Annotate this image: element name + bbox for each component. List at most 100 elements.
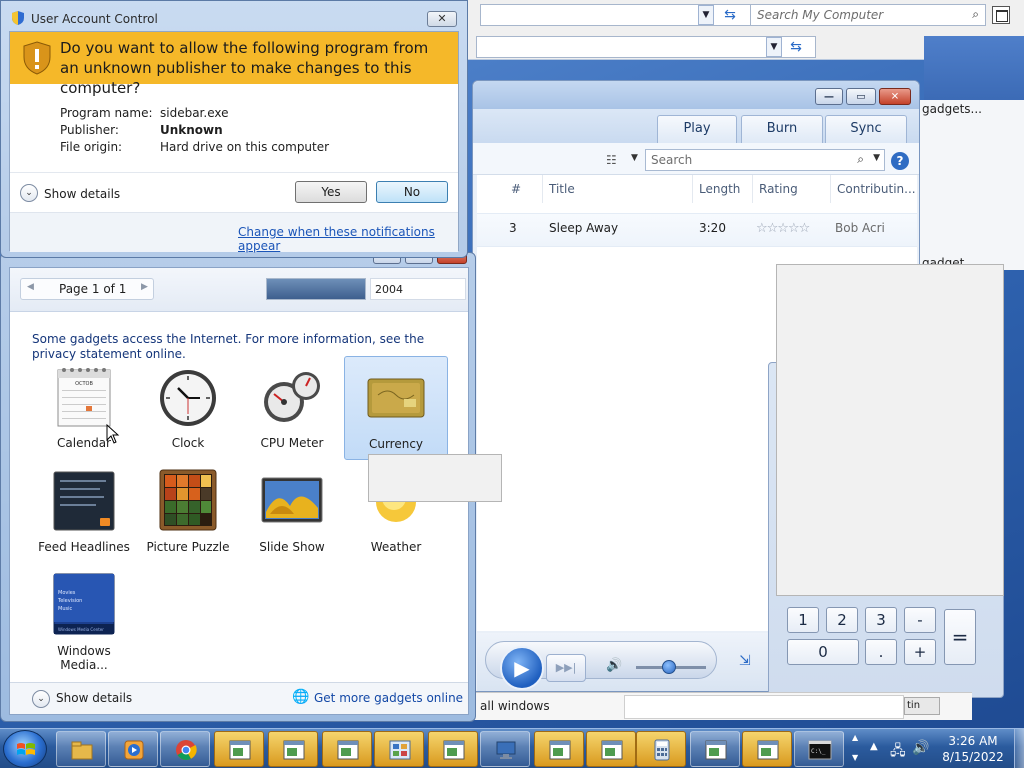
- volume-icon[interactable]: 🔊: [606, 658, 622, 673]
- taskbar-calculator[interactable]: [636, 731, 686, 767]
- refresh-icon-secondary[interactable]: ⇆: [786, 37, 806, 57]
- window-icon: [229, 740, 251, 760]
- file-origin-value: Hard drive on this computer: [160, 140, 330, 154]
- calc-key-minus[interactable]: -: [904, 607, 936, 633]
- gadget-name-currency: Currency: [368, 437, 424, 451]
- taskbar-window-1[interactable]: [214, 731, 264, 767]
- close-icon[interactable]: ✕: [427, 11, 457, 27]
- taskbar-command-prompt[interactable]: C:\_: [794, 731, 844, 767]
- gadget-name-feed-headlines: Feed Headlines: [38, 540, 130, 554]
- taskbar-media-player[interactable]: [108, 731, 158, 767]
- uac-shield-icon: [12, 11, 24, 25]
- next-page-icon[interactable]: ▶: [141, 282, 148, 292]
- address-bar[interactable]: [480, 4, 756, 26]
- switch-to-now-playing-icon[interactable]: ⇲: [739, 653, 751, 669]
- gallery-search-thumbnail: [266, 278, 366, 300]
- get-more-gadgets-link[interactable]: Get more gadgets online: [314, 691, 463, 705]
- taskbar-window-3[interactable]: [322, 731, 372, 767]
- taskbar-scroll[interactable]: ▲ ▼: [850, 731, 862, 767]
- column-header-length[interactable]: Length: [693, 175, 753, 203]
- show-hidden-icons-icon[interactable]: ▲: [870, 741, 878, 752]
- minimize-icon[interactable]: —: [815, 88, 843, 105]
- calc-key-1[interactable]: 1: [787, 607, 819, 633]
- chevron-down-icon[interactable]: ⌄: [20, 184, 38, 202]
- column-header-contributing[interactable]: Contributin...: [831, 175, 917, 203]
- close-icon[interactable]: ✕: [879, 88, 911, 105]
- taskbar-window-2[interactable]: [268, 731, 318, 767]
- volume-slider-knob[interactable]: [662, 660, 676, 674]
- refresh-icon[interactable]: ⇆: [720, 5, 740, 25]
- scroll-down-icon[interactable]: ▼: [852, 753, 858, 762]
- help-icon[interactable]: ?: [891, 152, 909, 170]
- window-icon: [601, 740, 623, 760]
- show-desktop-button[interactable]: [1014, 729, 1024, 768]
- explorer-search-placeholder: Search My Computer: [757, 8, 884, 22]
- no-button[interactable]: No: [376, 181, 448, 203]
- taskbar-window-6[interactable]: [586, 731, 636, 767]
- system-clock[interactable]: 3:26 AM 8/15/2022: [934, 733, 1012, 765]
- change-notifications-link[interactable]: Change when these notifications appear: [238, 225, 458, 253]
- taskbar-window-8[interactable]: [742, 731, 792, 767]
- tab-play[interactable]: Play: [657, 115, 737, 143]
- media-player-titlebar[interactable]: — ▭ ✕: [473, 81, 919, 109]
- gadget-slide-show[interactable]: Slide Show: [240, 460, 344, 564]
- calc-key-2[interactable]: 2: [826, 607, 858, 633]
- taskbar-window-5[interactable]: [534, 731, 584, 767]
- chevron-down-icon[interactable]: ⌄: [32, 690, 50, 708]
- gadget-clock[interactable]: Clock: [136, 356, 240, 460]
- taskbar-explorer[interactable]: [56, 731, 106, 767]
- previous-page-icon[interactable]: ◀: [27, 282, 34, 292]
- address-bar-secondary[interactable]: [476, 36, 816, 58]
- address-dropdown-icon-secondary[interactable]: ▼: [766, 37, 782, 57]
- calculator-icon: [654, 739, 670, 761]
- media-search-input[interactable]: Search ⌕ ▼: [645, 149, 885, 171]
- column-header-number[interactable]: #: [505, 175, 543, 203]
- calc-key-decimal[interactable]: .: [865, 639, 897, 665]
- next-track-icon[interactable]: ▶▶|: [546, 654, 586, 682]
- svg-text:OCTOB: OCTOB: [75, 381, 93, 387]
- tab-burn[interactable]: Burn: [741, 115, 823, 143]
- explorer-search-input[interactable]: Search My Computer ⌕: [750, 4, 986, 26]
- search-dropdown-icon[interactable]: ▼: [873, 153, 880, 163]
- gadget-cpu-meter[interactable]: CPU Meter: [240, 356, 344, 460]
- program-name-label: Program name:: [60, 106, 153, 120]
- column-header-rating[interactable]: Rating: [753, 175, 831, 203]
- svg-text:Movies: Movies: [58, 590, 76, 596]
- gadget-windows-media[interactable]: Movies Television Music Windows Media Ce…: [32, 564, 136, 672]
- column-header-title[interactable]: Title: [543, 175, 693, 203]
- windows-logo-icon: [17, 743, 35, 755]
- uac-show-details[interactable]: Show details: [44, 187, 120, 201]
- calc-key-plus[interactable]: +: [904, 639, 936, 665]
- tab-sync[interactable]: Sync: [825, 115, 907, 143]
- restore-icon[interactable]: ▭: [846, 88, 876, 105]
- gadget-calendar[interactable]: OCTOB Calendar: [32, 356, 136, 460]
- gadget-feed-headlines[interactable]: Feed Headlines: [32, 460, 136, 564]
- calc-key-0[interactable]: 0: [787, 639, 859, 665]
- calc-key-3[interactable]: 3: [865, 607, 897, 633]
- taskbar-window-4[interactable]: [428, 731, 478, 767]
- view-options-icon[interactable]: ☷: [606, 153, 617, 167]
- gadget-picture-puzzle[interactable]: Picture Puzzle: [136, 460, 240, 564]
- uac-body: Do you want to allow the following progr…: [9, 31, 459, 253]
- view-options-dropdown-icon[interactable]: ▼: [631, 153, 638, 163]
- taskbar-window-7[interactable]: [690, 731, 740, 767]
- warning-shield-icon: [23, 41, 51, 75]
- play-button[interactable]: ▶: [500, 646, 544, 690]
- start-button[interactable]: [3, 730, 47, 768]
- folder-icon: [71, 741, 93, 760]
- taskbar-computer[interactable]: [480, 731, 530, 767]
- volume-icon[interactable]: 🔊: [912, 740, 929, 756]
- rating-stars-icon[interactable]: ☆☆☆☆☆: [756, 221, 810, 236]
- preview-input: [624, 695, 904, 719]
- gadget-currency[interactable]: Currency: [344, 356, 448, 460]
- maximize-icon[interactable]: [992, 6, 1010, 24]
- calc-key-equals[interactable]: =: [944, 609, 976, 665]
- gallery-show-details[interactable]: Show details: [56, 691, 132, 705]
- network-icon[interactable]: 🖧: [890, 740, 906, 764]
- media-player-toolbar: ☷ ▼ Search ⌕ ▼ ?: [473, 143, 919, 175]
- scroll-up-icon[interactable]: ▲: [852, 733, 858, 742]
- taskbar-control-panel[interactable]: [374, 731, 424, 767]
- taskbar-chrome[interactable]: [160, 731, 210, 767]
- yes-button[interactable]: Yes: [295, 181, 367, 203]
- address-dropdown-icon[interactable]: ▼: [698, 5, 714, 25]
